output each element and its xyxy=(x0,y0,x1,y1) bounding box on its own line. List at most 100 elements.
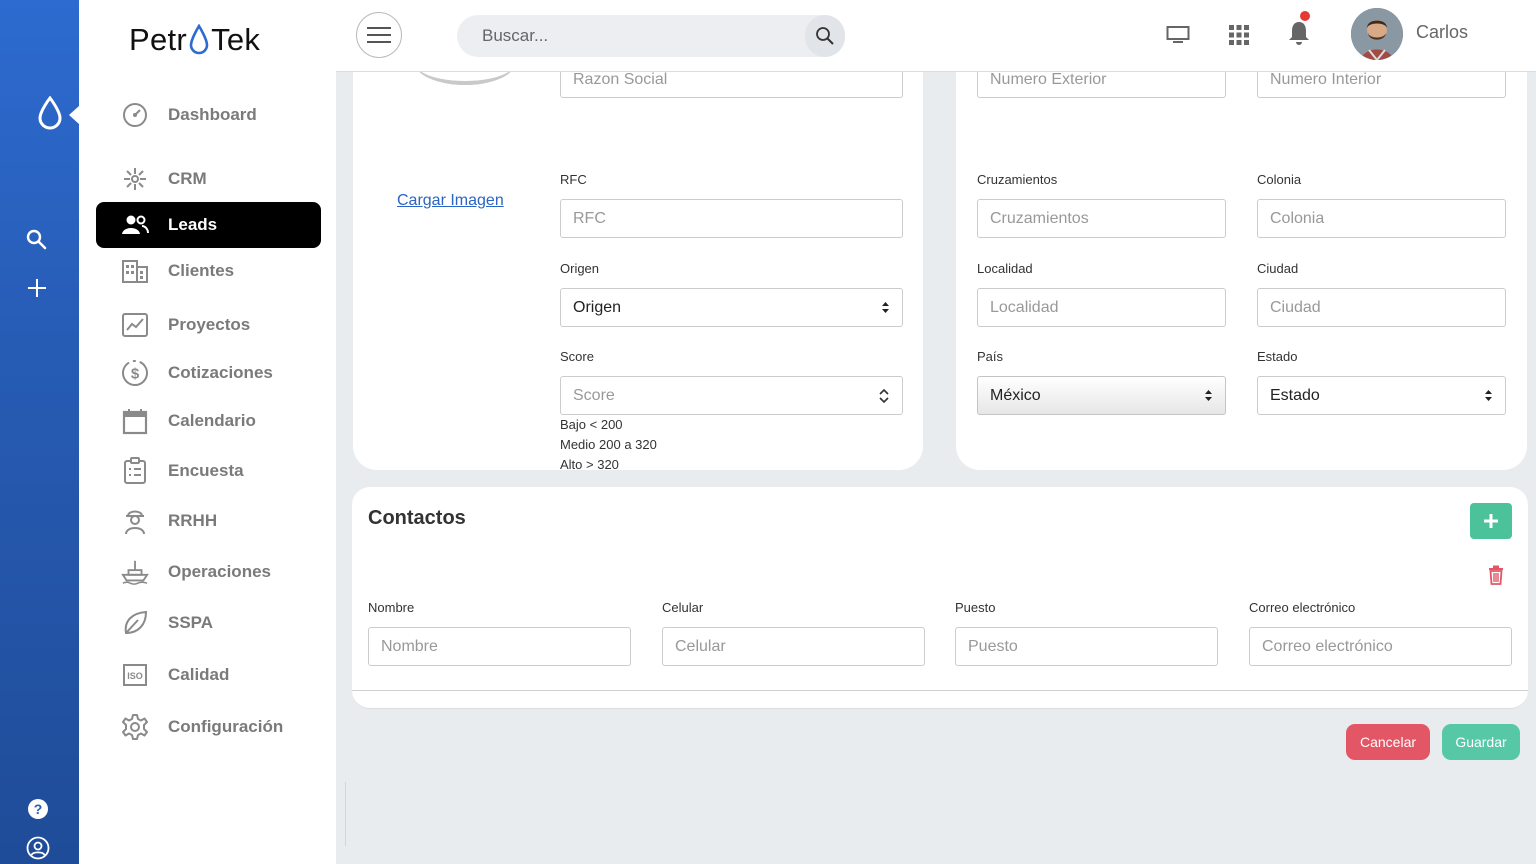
celular-input[interactable]: Celular xyxy=(662,627,925,666)
origen-select-value: Origen xyxy=(573,298,622,316)
origen-select[interactable]: Origen xyxy=(560,288,903,327)
hamburger-icon xyxy=(367,27,391,43)
sidebar-item-label: RRHH xyxy=(168,511,218,530)
sidebar-item-calidad[interactable]: ISO Calidad xyxy=(96,652,321,698)
plus-icon[interactable] xyxy=(25,276,49,300)
trash-icon[interactable] xyxy=(1488,565,1504,585)
colonia-input[interactable]: Colonia xyxy=(1257,199,1506,238)
divider xyxy=(345,782,346,846)
user-name[interactable]: Carlos xyxy=(1416,22,1468,43)
top-bar: Carlos xyxy=(336,0,1536,72)
svg-text:?: ? xyxy=(34,801,43,817)
sidebar-item-sspa[interactable]: SSPA xyxy=(96,600,321,646)
gear-icon xyxy=(121,713,149,741)
nombre-input[interactable]: Nombre xyxy=(368,627,631,666)
colonia-label: Colonia xyxy=(1257,172,1302,187)
sidebar-item-label: Dashboard xyxy=(168,105,257,124)
help-icon[interactable]: ? xyxy=(27,798,49,820)
clipboard-icon xyxy=(121,457,149,485)
contacts-title: Contactos xyxy=(368,507,466,529)
sidebar-item-calendario[interactable]: Calendario xyxy=(96,398,321,444)
search-icon[interactable] xyxy=(25,228,49,252)
upload-image-link[interactable]: Cargar Imagen xyxy=(397,192,504,210)
nombre-label: Nombre xyxy=(368,600,415,615)
sidebar-item-clientes[interactable]: Clientes xyxy=(96,248,321,294)
monitor-icon[interactable] xyxy=(1166,25,1190,45)
main-content: Cargar Imagen Razon Social RFC RFC Orige… xyxy=(336,39,1536,864)
bell-icon[interactable] xyxy=(1288,20,1310,46)
plus-icon xyxy=(1484,514,1498,528)
pais-select-value: México xyxy=(990,386,1041,404)
notification-badge xyxy=(1299,10,1311,22)
ship-icon xyxy=(121,558,149,586)
drop-logo-icon[interactable] xyxy=(37,96,63,130)
sidebar-item-proyectos[interactable]: Proyectos xyxy=(96,302,321,348)
sidebar-item-dashboard[interactable]: Dashboard xyxy=(96,92,321,138)
number-stepper-icon[interactable] xyxy=(878,387,890,405)
score-label: Score xyxy=(560,349,594,364)
score-hint-mid: Medio 200 a 320 xyxy=(560,437,657,452)
celular-label: Celular xyxy=(662,600,704,615)
svg-text:ISO: ISO xyxy=(127,671,143,681)
sidebar-item-label: Calidad xyxy=(168,665,230,684)
address-card: Numero Exterior Numero Interior Cruzamie… xyxy=(956,39,1527,470)
sidebar-item-label: Configuración xyxy=(168,717,284,736)
estado-select[interactable]: Estado xyxy=(1257,376,1506,415)
localidad-input[interactable]: Localidad xyxy=(977,288,1226,327)
sidebar-item-leads[interactable]: Leads xyxy=(96,202,321,248)
pais-select[interactable]: México xyxy=(977,376,1226,415)
apps-grid-icon[interactable] xyxy=(1229,25,1249,45)
sidebar: Petr Tek Dashboard CRM Leads Clientes Pr… xyxy=(79,0,336,864)
network-icon xyxy=(121,165,149,193)
leaf-icon xyxy=(121,609,149,637)
search-icon xyxy=(816,27,834,45)
search-button[interactable] xyxy=(805,15,845,57)
score-placeholder: Score xyxy=(573,386,615,404)
cruzamientos-input[interactable]: Cruzamientos xyxy=(977,199,1226,238)
sidebar-item-label: Operaciones xyxy=(168,562,271,581)
sidebar-item-label: Clientes xyxy=(168,261,235,280)
origen-label: Origen xyxy=(560,261,600,276)
ciudad-label: Ciudad xyxy=(1257,261,1299,276)
score-hint-low: Bajo < 200 xyxy=(560,417,623,432)
sidebar-item-configuracion[interactable]: Configuración xyxy=(96,704,321,750)
puesto-input[interactable]: Puesto xyxy=(955,627,1218,666)
cancel-button[interactable]: Cancelar xyxy=(1346,724,1430,760)
save-button[interactable]: Guardar xyxy=(1442,724,1520,760)
pais-label: País xyxy=(977,349,1004,364)
sidebar-item-label: Proyectos xyxy=(168,315,251,334)
building-icon xyxy=(121,257,149,285)
select-arrows-icon xyxy=(1205,390,1212,401)
sidebar-item-crm[interactable]: CRM xyxy=(96,156,321,202)
logo-drop-icon xyxy=(189,24,209,55)
search-input[interactable] xyxy=(457,15,797,57)
dollar-icon: $ xyxy=(121,359,149,387)
sidebar-item-label: Cotizaciones xyxy=(168,363,273,382)
rfc-input[interactable]: RFC xyxy=(560,199,903,238)
app-logo[interactable]: Petr Tek xyxy=(129,22,260,58)
rfc-label: RFC xyxy=(560,172,587,187)
sidebar-item-label: CRM xyxy=(168,169,207,188)
score-input[interactable]: Score xyxy=(560,376,903,415)
cruzamientos-label: Cruzamientos xyxy=(977,172,1058,187)
user-circle-icon[interactable] xyxy=(26,836,50,860)
menu-toggle-button[interactable] xyxy=(356,12,402,58)
correo-label: Correo electrónico xyxy=(1249,600,1356,615)
chart-icon xyxy=(121,311,149,339)
sidebar-item-cotizaciones[interactable]: $ Cotizaciones xyxy=(96,350,321,396)
correo-input[interactable]: Correo electrónico xyxy=(1249,627,1512,666)
select-arrows-icon xyxy=(882,302,889,313)
avatar[interactable] xyxy=(1351,8,1403,60)
puesto-label: Puesto xyxy=(955,600,996,615)
gauge-icon xyxy=(121,101,149,129)
add-contact-button[interactable] xyxy=(1470,503,1512,539)
search-bar xyxy=(457,15,845,57)
ciudad-input[interactable]: Ciudad xyxy=(1257,288,1506,327)
sidebar-item-label: SSPA xyxy=(168,613,214,632)
general-info-card: Cargar Imagen Razon Social RFC RFC Orige… xyxy=(353,39,923,472)
sidebar-item-operaciones[interactable]: Operaciones xyxy=(96,549,321,595)
select-arrows-icon xyxy=(1485,390,1492,401)
sidebar-item-encuesta[interactable]: Encuesta xyxy=(96,448,321,494)
sidebar-item-rrhh[interactable]: RRHH xyxy=(96,498,321,544)
icon-rail: ? xyxy=(0,0,79,864)
